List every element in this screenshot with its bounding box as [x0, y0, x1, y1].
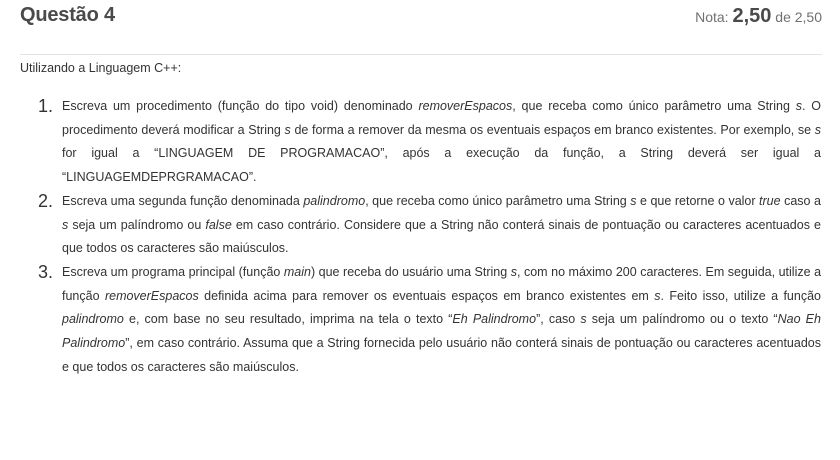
item-text: ”, caso — [536, 312, 581, 327]
item-text: ”, em caso contrário. Assuma que a Strin… — [62, 336, 821, 374]
item-number: 1. — [38, 96, 54, 116]
item-emphasis: false — [205, 217, 232, 232]
item-emphasis: removerEspacos — [104, 288, 199, 303]
item-text: caso a — [780, 193, 821, 208]
item-number: 3. — [38, 261, 54, 282]
item-emphasis: removerEspacos — [418, 99, 513, 113]
item-emphasis: s — [814, 122, 821, 137]
item-number: 2. — [38, 190, 54, 211]
question-item-1: 1. Escreva um procedimento (função do tip… — [38, 95, 821, 190]
item-emphasis: palindromo — [62, 312, 124, 327]
grade-prefix: Nota: — [695, 9, 729, 25]
item-text: e que retorne o valor — [636, 193, 760, 208]
item-text: definida acima para remover os eventuais… — [198, 288, 655, 303]
question-item-3: 3. Escreva um programa principal (função … — [38, 261, 821, 380]
item-text: for igual a “LINGUAGEM DE PROGRAMACAO”, … — [62, 146, 821, 185]
item-text: e, com base no seu resultado, imprima na… — [123, 312, 453, 327]
item-text: de forma a remover da mesma os eventuais… — [290, 122, 815, 137]
grade-score: 2,50 — [732, 5, 772, 27]
question-item-2: 2. Escreva uma segunda função denominada … — [38, 190, 821, 261]
item-text: . Feito isso, utilize a função — [660, 288, 822, 303]
question-title: Questão 4 — [20, 4, 115, 26]
item-text: Escreva uma segunda função denominada — [62, 193, 304, 208]
item-text: ) que receba do usuário uma String — [310, 264, 511, 279]
grade-suffix: de 2,50 — [775, 9, 822, 25]
item-text: seja um palíndromo ou o texto “ — [586, 312, 778, 327]
item-emphasis: true — [759, 193, 781, 208]
item-text: Escreva um programa principal (função — [62, 264, 284, 279]
grade-display: Nota: 2,50 de 2,50 — [695, 5, 822, 28]
item-text: , que receba como único parâmetro uma St… — [512, 99, 796, 113]
item-emphasis: main — [283, 264, 311, 279]
item-text: seja um palíndromo ou — [68, 217, 206, 232]
item-text: , que receba como único parâmetro uma St… — [365, 193, 631, 208]
question-items: 1. Escreva um procedimento (função do tip… — [38, 95, 821, 379]
question-intro: Utilizando a Linguagem C++: — [20, 61, 182, 75]
question-header: Questão 4 Nota: 2,50 de 2,50 — [20, 0, 822, 55]
item-emphasis: Eh Palindromo — [452, 312, 537, 327]
item-text: Escreva um procedimento (função do tipo … — [62, 99, 419, 113]
item-emphasis: palindromo — [303, 193, 366, 208]
